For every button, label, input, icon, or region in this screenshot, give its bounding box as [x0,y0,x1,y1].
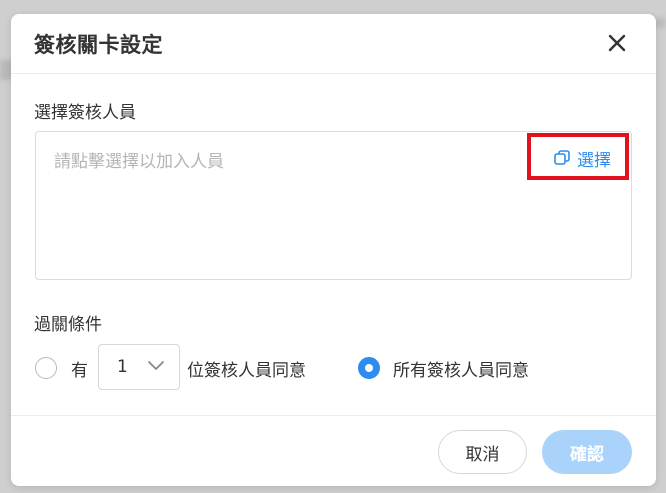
close-icon [608,34,626,52]
close-button[interactable] [602,28,632,58]
pass-condition-label: 過關條件 [34,315,102,335]
radio-some-approvers[interactable] [35,357,57,379]
select-approvers-button[interactable]: 選擇 [553,144,611,172]
chevron-down-icon [148,361,164,370]
approver-count-select[interactable]: 1 [98,344,180,390]
approval-stage-dialog: 簽核關卡設定 選擇簽核人員 請點擊選擇以加入人員 選擇 過關條件 有 1 位簽核… [11,14,656,486]
radio-all-approvers[interactable] [358,357,380,379]
dialog-title: 簽核關卡設定 [34,33,163,57]
copy-icon [554,150,570,165]
select-approvers-label: 選擇 [577,150,611,171]
radio-all-label: 所有簽核人員同意 [393,361,529,381]
approver-count-value: 1 [117,357,128,377]
approvers-field[interactable]: 請點擊選擇以加入人員 選擇 [35,131,632,280]
dialog-footer: 取消 確認 [11,415,656,486]
radio-some-prefix: 有 [71,361,88,381]
cancel-button[interactable]: 取消 [438,430,527,474]
radio-some-suffix: 位簽核人員同意 [187,361,306,381]
approvers-label: 選擇簽核人員 [34,103,136,123]
dialog-header: 簽核關卡設定 [11,14,656,74]
confirm-button[interactable]: 確認 [542,430,632,474]
pass-condition-options: 有 1 位簽核人員同意 所有簽核人員同意 [34,344,634,392]
approvers-placeholder: 請點擊選擇以加入人員 [54,152,224,172]
